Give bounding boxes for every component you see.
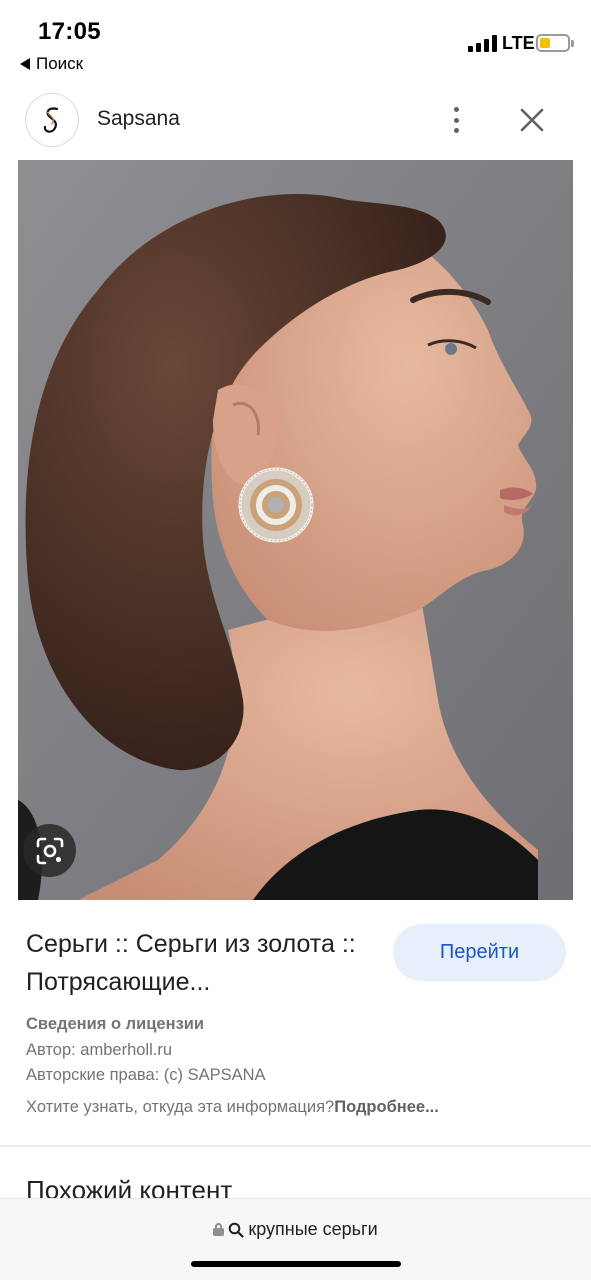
google-lens-icon[interactable] [23, 824, 76, 877]
url-display[interactable]: крупные серьги [0, 1219, 591, 1240]
search-icon [229, 1222, 244, 1238]
address-bar[interactable]: крупные серьги [0, 1198, 591, 1280]
back-label: Поиск [36, 54, 84, 73]
site-name[interactable]: Sapsana [97, 107, 180, 131]
battery-icon [536, 34, 574, 52]
network-type: LTE [502, 33, 535, 53]
license-heading: Сведения о лицензии [26, 1015, 205, 1033]
more-vert-icon[interactable] [444, 104, 468, 136]
signal-icon [468, 34, 497, 52]
source-header: Sapsana [0, 80, 591, 160]
license-author: Автор: amberholl.ru [26, 1041, 173, 1059]
result-title[interactable]: Серьги :: Серьги из золота :: Потрясающи… [26, 925, 376, 1001]
info-source-text: Хотите узнать, откуда эта информация?Под… [26, 1098, 439, 1117]
visit-button[interactable]: Перейти [393, 924, 566, 981]
info-question: Хотите узнать, откуда эта информация? [26, 1098, 335, 1116]
lock-icon [213, 1223, 225, 1236]
earring-graphic [238, 467, 314, 543]
home-indicator [191, 1261, 401, 1267]
clock: 17:05 [38, 18, 101, 45]
section-divider [0, 1145, 591, 1147]
back-to-search-link[interactable]: Поиск [20, 54, 83, 74]
sapsana-logo-icon[interactable] [25, 93, 79, 147]
status-bar: 17:05 Поиск LTE [0, 0, 591, 80]
result-image[interactable] [18, 160, 573, 900]
license-copyright: Авторские права: (c) SAPSANA [26, 1066, 266, 1084]
back-arrow-icon [20, 58, 30, 70]
close-icon[interactable] [518, 106, 546, 134]
search-query: крупные серьги [248, 1219, 378, 1239]
more-info-link[interactable]: Подробнее... [334, 1098, 439, 1116]
